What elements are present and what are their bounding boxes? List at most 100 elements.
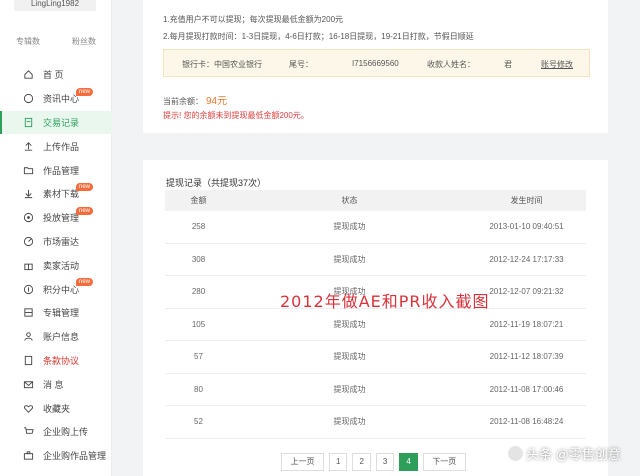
sidebar-item-label: 条款协议 [43,355,80,366]
table-body: 258 提现成功 2013-01-10 09:40:51 308 提现成功 2012-12… [165,211,586,439]
sidebar-item-label: 账户信息 [43,332,80,343]
amount-cell: 57 [194,352,203,362]
tail-number: I7156669560 [352,59,399,68]
radar-icon [22,235,34,247]
status-cell: 提现成功 [333,222,366,232]
records-panel: 提现记录（共提现37次） 金额 状态 发生时间 258 提现成功 2013-01-1… [143,160,608,476]
sidebar-item-label: 资讯中心 [43,94,80,105]
folder-icon [22,164,34,176]
amount-cell: 105 [191,319,206,329]
withdraw-panel: 1.充值用户不可以提现；每次提现最低金额为200元 2.每月提现打款时间：1-3… [143,0,608,133]
sidebar-item[interactable]: 收藏夹 [0,396,112,420]
time-cell: 2012-12-24 17:17:33 [489,254,564,264]
sidebar-item-label: 上传作品 [43,141,80,152]
amount-cell: 258 [191,222,206,232]
cart-icon [22,426,34,438]
username-label: LingLing1982 [14,0,96,11]
balance-line: 当前余额： 94元 [163,92,227,107]
sidebar-item[interactable]: 卖家活动 [0,253,112,277]
sidebar-item[interactable]: 上传作品 [0,134,112,158]
sidebar-item[interactable]: 企业购上传 [0,420,112,444]
gift-icon [22,259,34,271]
briefcase-icon [22,450,34,462]
time-cell: 2013-01-10 09:40:51 [489,222,564,232]
sidebar-menu: 首 页资讯中心 new 交易记录 上传作品 作品管理 素材下载 new 投放管理 new 市场雷达… [0,63,112,468]
bank-name: 中国农业银行 [214,60,262,69]
time-cell: 2012-11-12 18:07:39 [489,352,564,362]
table-row: 258 提现成功 2013-01-10 09:40:51 [165,211,586,244]
table-row: 52 提现成功 2012-11-08 16:48:24 [165,406,586,439]
sidebar-item[interactable]: 首 页 [0,63,112,87]
sidebar-item[interactable]: 交易记录 [0,110,112,135]
album-count-label[interactable]: 专辑数 [16,36,40,47]
bank-card-box: 银行卡： 中国农业银行 尾号： I7156669560 收款人姓名： 君 账号修… [163,49,590,77]
sidebar-item-label: 企业购上传 [43,427,89,438]
fans-count-label[interactable]: 粉丝数 [72,36,96,47]
heart-icon [22,402,34,414]
column-status: 状态 [341,196,358,205]
withdraw-rule-2: 2.每月提现打款时间：1-3日提现，4-6日打款；16-18日提现，19-21日… [163,32,474,41]
page-button[interactable]: 1 [329,453,348,471]
watermark-avatar [508,446,523,461]
target-icon [22,212,34,224]
amount-cell: 80 [194,384,203,394]
coin-icon [22,283,34,295]
page-button[interactable]: 4 [399,453,418,471]
album-icon [22,307,34,319]
document-icon [22,354,34,366]
sidebar-item-label: 企业购作品管理 [43,451,107,462]
sidebar-item[interactable]: 作品管理 [0,158,112,182]
sidebar-item-label: 交易记录 [43,117,80,128]
sidebar-item[interactable]: 市场雷达 [0,230,112,254]
sidebar-item-label: 素材下载 [43,189,80,200]
sidebar-item-label: 收藏夹 [43,403,71,414]
bank-label: 银行卡： [182,60,214,69]
sidebar-item[interactable]: 企业购作品管理 [0,444,112,468]
table-row: 308 提现成功 2012-12-24 17:17:33 [165,244,586,276]
balance-warning: 提示! 您的余额未到提现最低金额200元。 [163,111,309,120]
status-cell: 提现成功 [333,254,366,264]
new-badge: new [76,206,94,215]
table-row: 57 提现成功 2012-11-12 18:07:39 [165,341,586,374]
pagination: 上一页 1 2 3 4 下一页 [281,453,466,471]
balance-label: 当前余额： [163,97,203,106]
sidebar: LingLing1982 专辑数 粉丝数 首 页资讯中心 new 交易记录 上传作品作… [0,0,112,476]
sidebar-item[interactable]: 条款协议 [0,349,112,373]
download-icon [22,188,34,200]
sidebar-item-label: 积分中心 [43,284,80,295]
sidebar-item[interactable]: 消 息 [0,372,112,396]
prev-page-button[interactable]: 上一页 [281,453,324,471]
time-cell: 2012-11-19 18:07:21 [489,319,564,329]
table-header: 金额 状态 发生时间 [165,190,586,211]
payee-name: 君 [504,60,512,69]
status-cell: 提现成功 [333,417,366,427]
table-row: 105 提现成功 2012-11-19 18:07:21 [165,309,586,341]
tail-label: 尾号： [289,60,313,69]
next-page-button[interactable]: 下一页 [422,453,466,471]
payee-label: 收款人姓名： [427,60,475,69]
page-button[interactable]: 3 [375,453,395,471]
sidebar-item[interactable]: 积分中心 new [0,277,112,301]
records-table: 金额 状态 发生时间 258 提现成功 2013-01-10 09:40:51 308… [165,190,586,439]
sidebar-item[interactable]: 资讯中心 new [0,87,112,111]
sidebar-item[interactable]: 投放管理 new [0,206,112,230]
upload-icon [22,140,34,152]
page-button[interactable]: 2 [352,453,371,471]
user-icon [22,331,34,343]
sidebar-item-label: 消 息 [43,379,64,390]
withdraw-rule-1: 1.充值用户不可以提现；每次提现最低金额为200元 [163,15,344,24]
time-cell: 2012-11-08 16:48:24 [489,417,564,427]
sidebar-item[interactable]: 素材下载 new [0,182,112,206]
sidebar-item-label: 专辑管理 [43,308,80,319]
chat-icon [22,93,34,105]
column-amount: 金额 [190,196,207,205]
watermark-text: 头条 @零售创意 [526,447,621,462]
new-badge: new [76,278,94,287]
user-stats: 专辑数 粉丝数 [0,36,112,47]
status-cell: 提现成功 [333,319,366,329]
edit-account-link[interactable]: 账号修改 [541,59,573,70]
sidebar-item[interactable]: 账户信息 [0,325,112,349]
sidebar-item[interactable]: 专辑管理 [0,301,112,325]
sidebar-item-label: 作品管理 [43,165,80,176]
clipboard-icon [22,116,34,128]
